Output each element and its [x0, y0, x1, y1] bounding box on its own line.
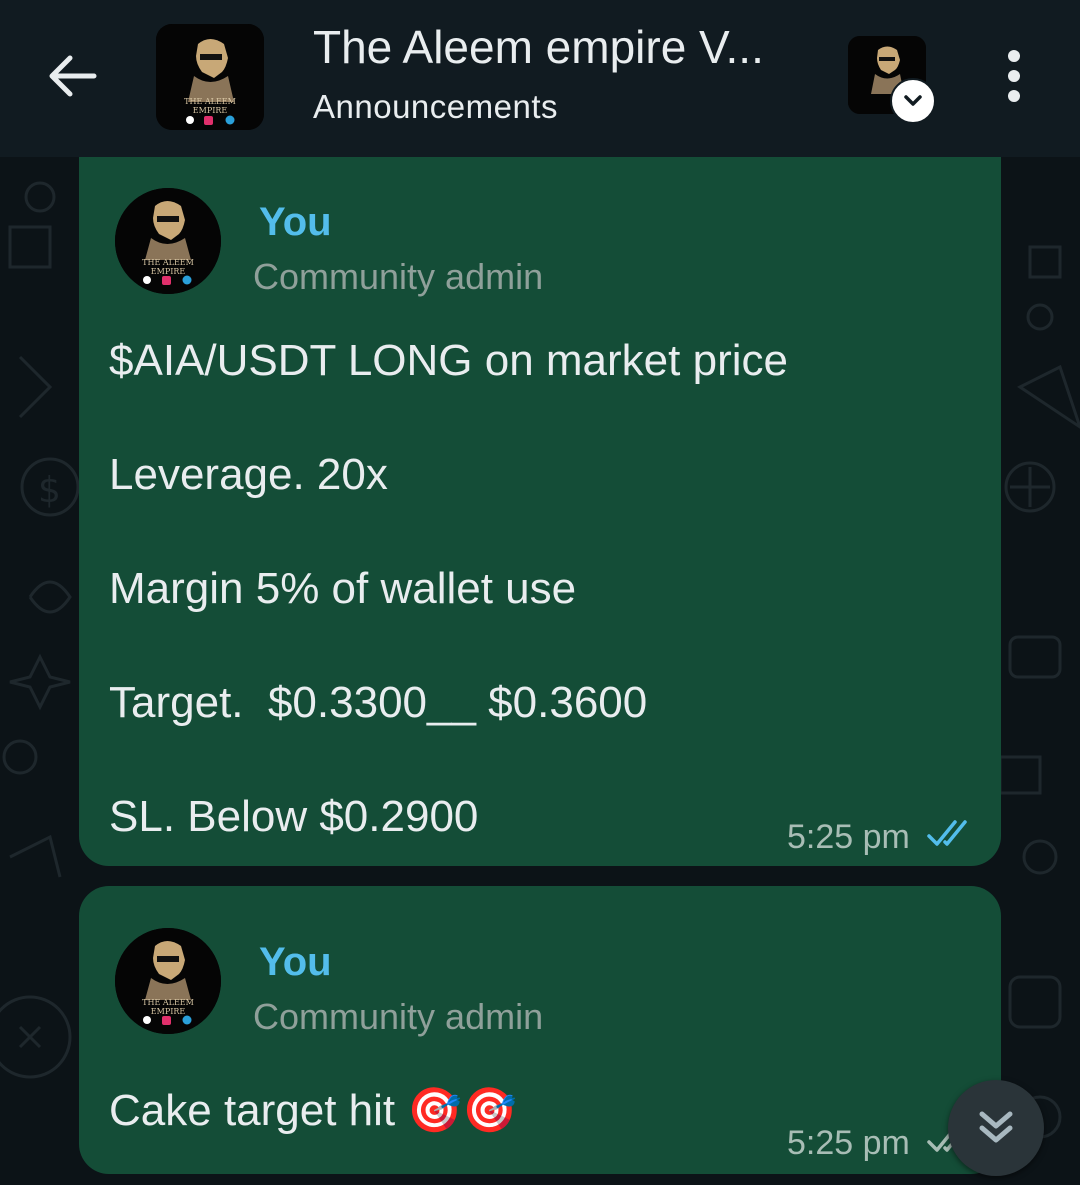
arrow-back-icon — [49, 55, 97, 97]
chat-title[interactable]: The Aleem empire V... — [313, 20, 823, 74]
sender-logo-image: THE ALEEM EMPIRE — [115, 928, 221, 1034]
message-text-line: Leverage. 20x — [109, 450, 388, 499]
svg-text:THE ALEEM: THE ALEEM — [184, 97, 236, 106]
svg-text:EMPIRE: EMPIRE — [151, 1007, 186, 1016]
svg-text:THE ALEEM: THE ALEEM — [142, 258, 194, 267]
svg-text:THE ALEEM: THE ALEEM — [142, 998, 194, 1007]
message-time: 5:25 pm — [787, 1124, 910, 1162]
chevron-down-icon — [890, 78, 936, 124]
chat-header: THE ALEEM EMPIRE The Aleem empire V... A… — [0, 0, 1080, 157]
double-chevron-down-icon — [979, 1111, 1013, 1143]
message-text-line: Target. $0.3300__ $0.3600 — [109, 678, 648, 727]
message-text-line: SL. Below $0.2900 — [109, 792, 479, 841]
sender-name[interactable]: You — [259, 940, 332, 985]
message-text-line: Cake target hit 🎯🎯 — [109, 1086, 517, 1135]
message-text-line: $AIA/USDT LONG on market price — [109, 336, 788, 385]
message-bubble[interactable]: THE ALEEM EMPIRE You Community admin Cak… — [79, 886, 1001, 1174]
avatar[interactable]: THE ALEEM EMPIRE — [115, 928, 221, 1034]
svg-text:EMPIRE: EMPIRE — [193, 106, 228, 115]
more-options-button[interactable] — [988, 44, 1040, 108]
sender-name[interactable]: You — [259, 200, 332, 245]
avatar[interactable]: THE ALEEM EMPIRE — [115, 188, 221, 294]
message-text-line: Margin 5% of wallet use — [109, 564, 577, 613]
group-logo-image: THE ALEEM EMPIRE — [156, 24, 264, 130]
chat-screen: $ THE ALEEM EMPIRE The Aleem empire V...… — [0, 0, 1080, 1185]
scroll-to-bottom-button[interactable] — [948, 1080, 1044, 1176]
more-vert-icon — [1008, 50, 1020, 102]
double-check-read-icon — [927, 820, 967, 846]
message-bubble[interactable]: THE ALEEM EMPIRE You Community admin $AI… — [79, 140, 1001, 866]
sender-role: Community admin — [253, 996, 544, 1037]
sender-logo-image: THE ALEEM EMPIRE — [115, 188, 221, 294]
back-button[interactable] — [40, 44, 104, 108]
svg-text:EMPIRE: EMPIRE — [151, 267, 186, 276]
svg-text:$: $ — [38, 470, 61, 511]
group-avatar[interactable]: THE ALEEM EMPIRE — [156, 24, 264, 130]
community-switcher-button[interactable] — [848, 36, 938, 124]
chat-subtitle[interactable]: Announcements — [313, 88, 558, 126]
message-time: 5:25 pm — [787, 818, 910, 856]
sender-role: Community admin — [253, 256, 544, 297]
